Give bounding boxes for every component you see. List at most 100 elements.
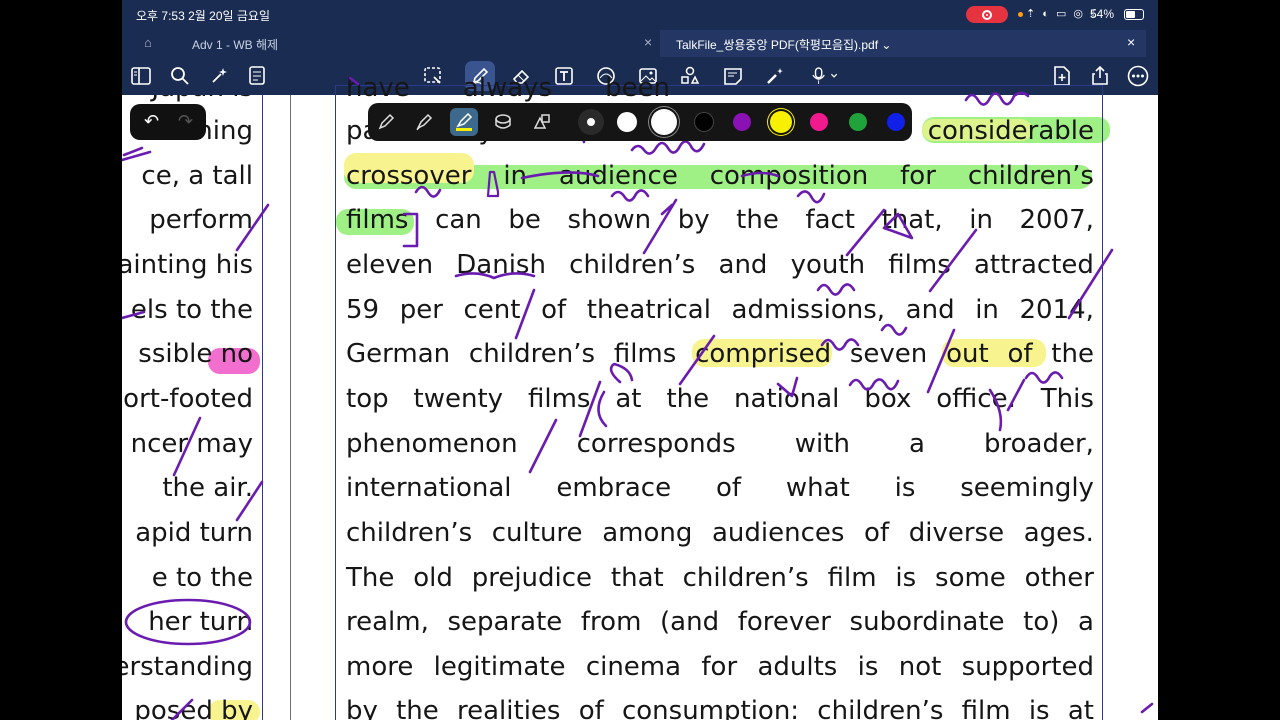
sidebar-icon[interactable] (126, 57, 156, 95)
text-line: apid turn (135, 518, 253, 548)
tape-icon[interactable] (489, 108, 517, 136)
color-swatch-white[interactable] (617, 112, 637, 132)
passage-word: national (734, 384, 840, 414)
pen-size-small[interactable] (578, 109, 604, 135)
passage-word: of (715, 473, 742, 503)
passage-word: the (396, 696, 439, 720)
search-icon[interactable] (165, 57, 195, 95)
passage-word: considerable (927, 116, 1094, 146)
passage-word: 59 (346, 295, 380, 325)
color-swatch-pink[interactable] (810, 113, 828, 131)
passage-word: a (1078, 607, 1094, 637)
text-line: the air. (162, 473, 253, 503)
passage-word: be (508, 205, 541, 235)
passage-word: diverse (908, 518, 1005, 548)
color-swatch-yellow[interactable] (770, 111, 792, 133)
passage-word: other (1024, 563, 1094, 593)
left-page-column: Japan is reaching ce, a tall perform ain… (122, 95, 263, 720)
passage-line: realm, separate from (and forever subordinate… (346, 607, 1094, 647)
passage-word: from (580, 607, 642, 637)
passage-line: crossover in audience composition for childre… (346, 161, 1094, 201)
passage-word: is (1028, 696, 1050, 720)
passage-word: is (857, 652, 879, 682)
passage-line: films can be shown by the fact that, in 2007, (346, 205, 1094, 245)
passage-word: forever (737, 607, 831, 637)
fountain-pen-icon[interactable] (372, 108, 400, 136)
more-icon[interactable] (1123, 57, 1153, 95)
passage-word: children’s (817, 696, 944, 720)
passage-word: cinema (585, 652, 682, 682)
passage-word: and (718, 250, 768, 280)
passage-word: with (794, 429, 850, 459)
highlighter-icon[interactable] (450, 108, 478, 136)
tab-talkfile-label: TalkFile_쌍용중앙 PDF(학평모음집).pdf ⌄ (676, 38, 892, 52)
passage-word: legitimate (433, 652, 566, 682)
ball-pen-icon[interactable] (410, 108, 438, 136)
color-swatch-blue[interactable] (887, 113, 905, 131)
pen-palette (368, 103, 912, 141)
passage-line: children’s culture among audiences of diverse… (346, 518, 1094, 558)
passage-word: films (888, 250, 951, 280)
passage-word: attracted (973, 250, 1094, 280)
passage-word: at (1067, 696, 1094, 720)
text-line: ort-footed (123, 384, 253, 414)
home-icon[interactable]: ⌂ (144, 35, 152, 50)
color-swatch-purple[interactable] (733, 113, 751, 131)
tab-adv1[interactable]: Adv 1 - WB 해제 (192, 36, 278, 53)
passage-word: children’s (967, 161, 1094, 191)
shape-tool-icon[interactable] (528, 108, 556, 136)
color-swatch-green[interactable] (849, 113, 867, 131)
passage-word: in (975, 295, 999, 325)
passage-word: theatrical (586, 295, 711, 325)
tab-talkfile[interactable]: TalkFile_쌍용중앙 PDF(학평모음집).pdf ⌄ × (660, 30, 1146, 57)
passage-word: broader, (984, 429, 1094, 459)
passage-word: composition (709, 161, 869, 191)
passage-word: comprised (695, 339, 832, 369)
text-line: ainting his (122, 250, 253, 280)
passage-word: can (435, 205, 482, 235)
passage-word: the (1051, 339, 1094, 369)
pdf-page-area[interactable]: Japan is reaching ce, a tall perform ain… (122, 73, 1158, 720)
undo-icon[interactable]: ↶ (144, 111, 159, 132)
passage-word: adults (757, 652, 838, 682)
passage-word: corresponds (576, 429, 736, 459)
passage-word: 2007, (1019, 205, 1094, 235)
passage-word: at (615, 384, 642, 414)
sparkle-icon[interactable] (204, 57, 234, 95)
screen-recording-icon[interactable] (966, 6, 1008, 23)
passage-word: phenomenon (346, 429, 518, 459)
passage-word: supported (961, 652, 1094, 682)
text-line: posed by (134, 696, 253, 720)
passage-line: eleven Danish children’s and youth films attra… (346, 250, 1094, 290)
text-line: erstanding (122, 652, 253, 682)
page-divider (290, 95, 291, 720)
passage-word: more (346, 652, 414, 682)
passage-word: of (1007, 339, 1033, 369)
passage-word: by (346, 696, 378, 720)
passage-word: a (909, 429, 925, 459)
passage-line: The old prejudice that children’s film is some o… (346, 563, 1094, 603)
passage-word: film (827, 563, 877, 593)
passage-word: old (413, 563, 453, 593)
color-swatch-black[interactable] (695, 113, 713, 131)
passage-word: films (527, 384, 591, 414)
passage-word: youth (790, 250, 866, 280)
passage-word: realities (457, 696, 561, 720)
passage-word: admissions, (731, 295, 886, 325)
close-tab-icon[interactable]: × (1127, 34, 1135, 50)
text-line: e to the (151, 563, 253, 593)
passage-line: German children’s films comprised seven out of… (346, 339, 1094, 379)
passage-word: This (1040, 384, 1094, 414)
passage-word: per (399, 295, 443, 325)
document-list-icon[interactable] (243, 57, 273, 95)
redo-icon[interactable]: ↷ (178, 111, 193, 132)
close-tab-icon[interactable]: × (644, 34, 652, 50)
passage-word: office. (936, 384, 1016, 414)
passage-word: international (346, 473, 512, 503)
color-swatch-white-large[interactable] (651, 109, 677, 135)
ipad-screen: 오후 7:53 2월 20일 금요일 ⇡ ◐ ▭ ◎ ☾ 54% ⌂ Adv 1… (122, 0, 1158, 720)
passage-word: of (864, 518, 890, 548)
passage-word: in (503, 161, 528, 191)
passage-word: some (935, 563, 1006, 593)
passage-word: among (602, 518, 693, 548)
